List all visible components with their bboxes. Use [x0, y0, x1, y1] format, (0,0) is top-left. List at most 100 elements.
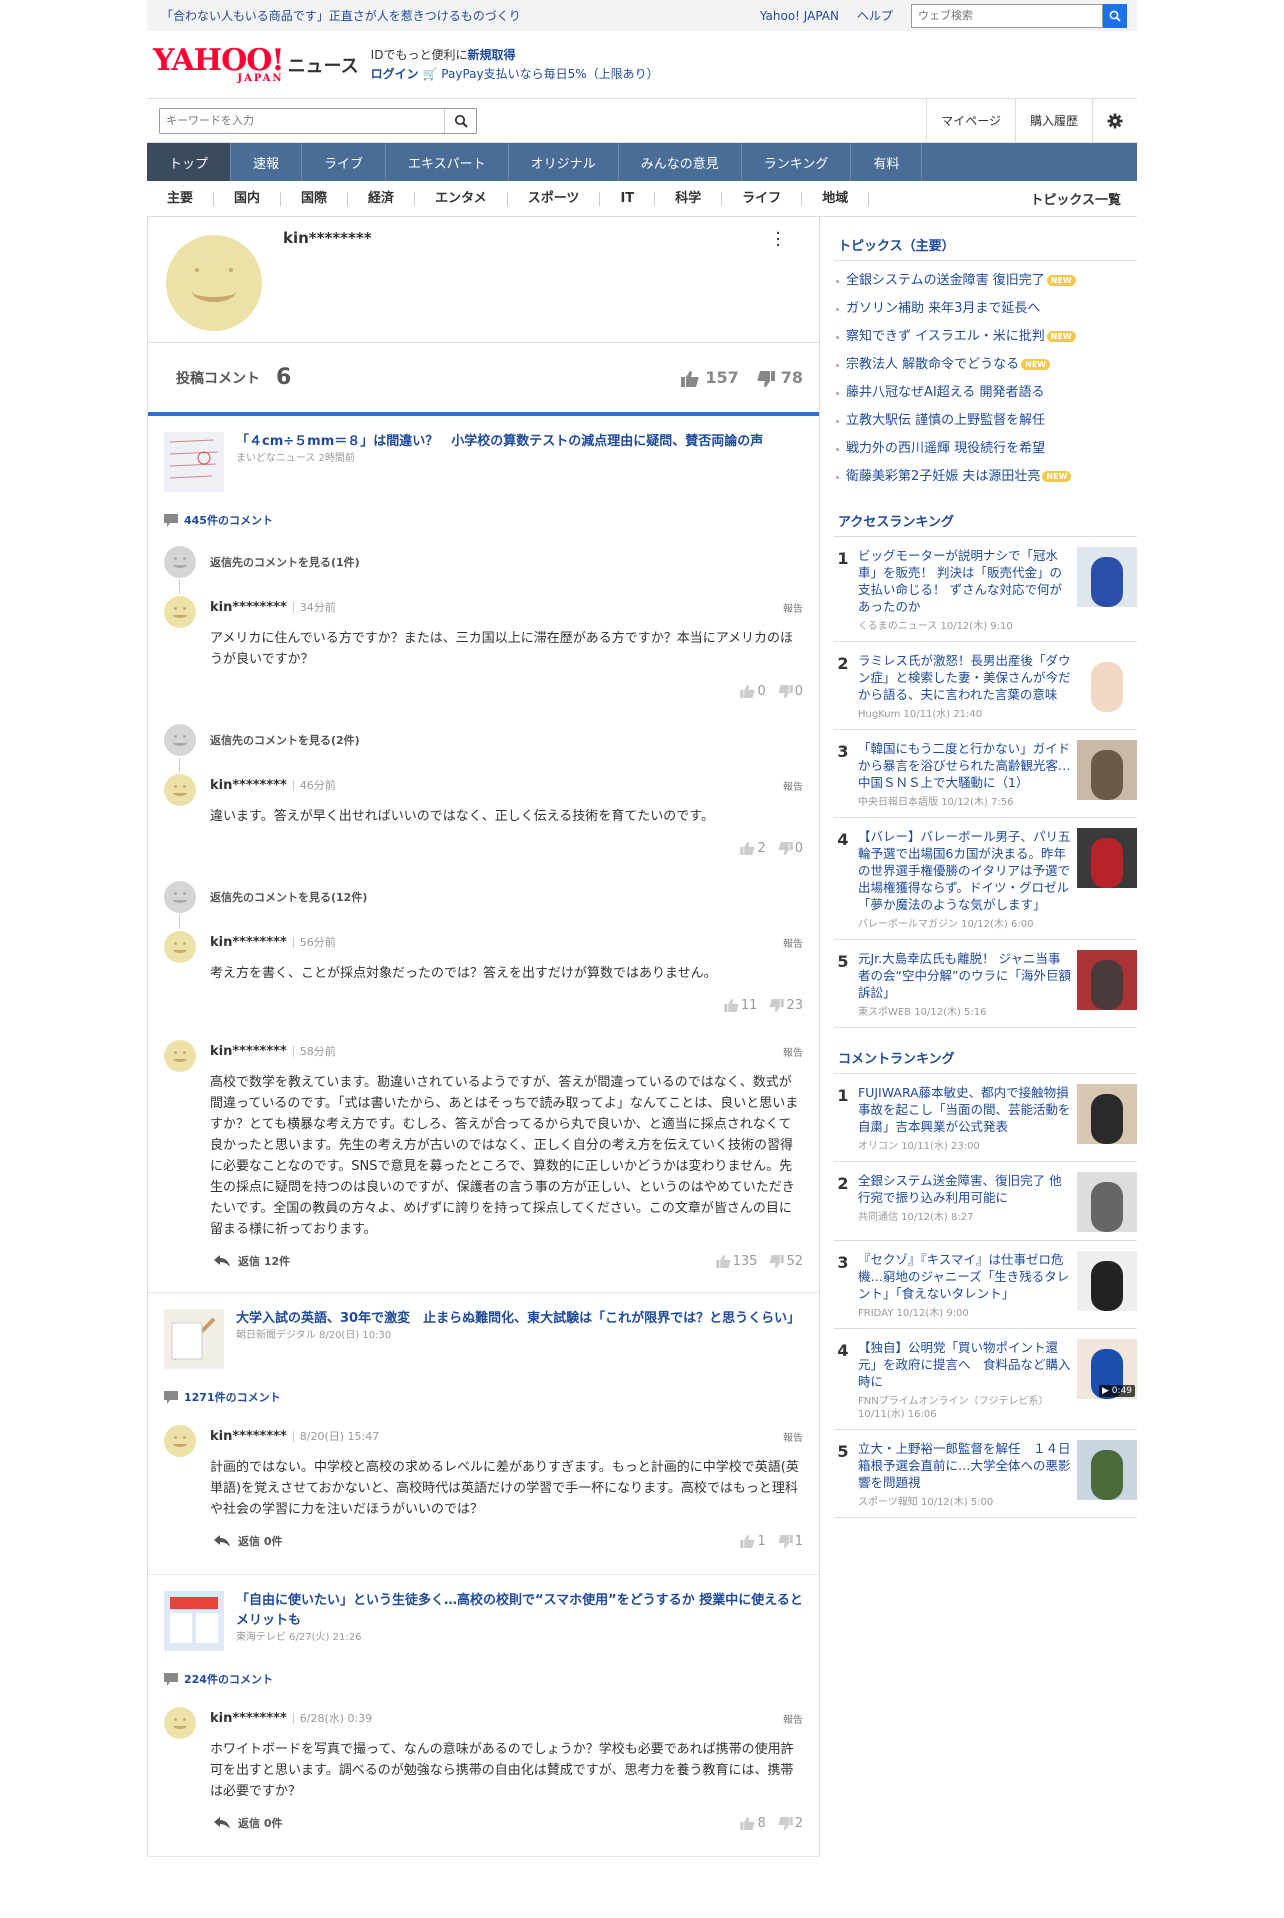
topic-item[interactable]: ガソリン補助 来年3月まで延長へ — [834, 295, 1137, 323]
report-link[interactable]: 報告 — [783, 1711, 803, 1726]
article-thumbnail[interactable] — [164, 1309, 224, 1369]
rank-thumbnail[interactable] — [1077, 1172, 1137, 1232]
article-thumbnail[interactable] — [164, 432, 224, 492]
like-button[interactable]: 135 — [715, 1254, 757, 1269]
category-tab[interactable]: 主要 — [147, 191, 215, 206]
keyword-input[interactable] — [160, 108, 444, 133]
ranking-item[interactable]: 3 『セクゾ』『キスマイ』は仕事ゼロ危機…窮地のジャニーズ「生き残るタレント」「食… — [834, 1241, 1137, 1329]
rank-thumbnail[interactable]: ▶ 0:49 — [1077, 1339, 1137, 1399]
report-link[interactable]: 報告 — [783, 778, 803, 793]
report-link[interactable]: 報告 — [783, 1044, 803, 1059]
category-tab[interactable]: 経済 — [348, 191, 416, 206]
article-title[interactable]: 「４cm÷５mm＝８」は間違い？ 小学校の算数テストの減点理由に疑問、賛否両論の… — [236, 432, 763, 452]
rank-thumbnail[interactable] — [1077, 1251, 1137, 1311]
signup-link[interactable]: 新規取得 — [467, 48, 515, 62]
ranking-item[interactable]: 2 全銀システム送金障害、復旧完了 他行宛で振り込み利用可能に 共同通信 10/12… — [834, 1162, 1137, 1241]
rank-title[interactable]: 元Jr.大島幸広氏も離脱！ ジャニ当事者の会“空中分解”のウラに「海外巨額訴訟」 — [858, 950, 1071, 1001]
comment-user[interactable]: kin******** — [210, 600, 287, 615]
ranking-item[interactable]: 3 「韓国にもう二度と行かない」ガイドから暴言を浴びせられた高齢観光客…中国ＳＮＳ… — [834, 730, 1137, 818]
report-link[interactable]: 報告 — [783, 600, 803, 615]
mypage-link[interactable]: マイページ — [926, 99, 1015, 142]
settings-button[interactable] — [1092, 99, 1137, 142]
category-tab[interactable]: 国際 — [281, 191, 349, 206]
topic-item[interactable]: 衛藤美彩第2子妊娠 夫は源田壮亮 NEW — [834, 463, 1137, 491]
ranking-item[interactable]: 1 ビッグモーターが説明ナシで「冠水車」を販売！ 判決は「販売代金」の支払い命じる… — [834, 537, 1137, 642]
ranking-item[interactable]: 2 ラミレス氏が激怒！長男出産後「ダウン症」と検索した妻・美保さんが今だから語る、… — [834, 642, 1137, 730]
web-search-input[interactable] — [911, 3, 1103, 28]
nav-tab[interactable]: みんなの意見 — [619, 143, 742, 181]
like-button[interactable]: 8 — [740, 1816, 766, 1831]
category-tab[interactable]: 科学 — [655, 191, 723, 206]
like-button[interactable]: 0 — [740, 684, 766, 699]
report-link[interactable]: 報告 — [783, 935, 803, 950]
keyword-search-button[interactable] — [444, 108, 476, 133]
category-tab[interactable]: 国内 — [214, 191, 282, 206]
category-tab[interactable]: エンタメ — [415, 191, 508, 206]
topic-item[interactable]: 宗教法人 解散命令でどうなる NEW — [834, 351, 1137, 379]
category-tab[interactable]: IT — [600, 191, 656, 206]
reply-button[interactable]: 返信 0件 — [214, 1533, 282, 1549]
dislike-button[interactable]: 0 — [778, 841, 803, 856]
nav-tab[interactable]: 有料 — [851, 143, 923, 181]
rank-thumbnail[interactable] — [1077, 547, 1137, 607]
comment-count-link[interactable]: 1271件のコメント — [164, 1389, 803, 1405]
topics-list-link[interactable]: トピックス一覧 — [1030, 189, 1137, 208]
purchase-history-link[interactable]: 購入履歴 — [1014, 99, 1092, 142]
nav-tab[interactable]: ランキング — [742, 143, 852, 181]
more-menu-icon[interactable]: · · · — [775, 225, 781, 255]
view-parent-comment[interactable]: 返信先のコメントを見る(2件) — [164, 724, 803, 756]
reply-button[interactable]: 返信 12件 — [214, 1253, 290, 1269]
rank-title[interactable]: 『セクゾ』『キスマイ』は仕事ゼロ危機…窮地のジャニーズ「生き残るタレント」「食え… — [858, 1251, 1071, 1302]
promo-link[interactable]: 「合わない人もいる商品です」正直さが人を惹きつけるものづくり — [161, 7, 521, 24]
reply-button[interactable]: 返信 0件 — [214, 1815, 282, 1831]
nav-tab[interactable]: ライブ — [302, 143, 387, 181]
dislike-button[interactable]: 52 — [769, 1254, 803, 1269]
ranking-item[interactable]: 1 FUJIWARA藤本敏史、都内で接触物損事故を起こし「当面の間、芸能活動を自粛… — [834, 1074, 1137, 1162]
login-link[interactable]: ログイン — [371, 67, 419, 81]
ranking-item[interactable]: 4 【独自】公明党「買い物ポイント還元」を政府に提言へ 食料品など購入時に FNNプ… — [834, 1329, 1137, 1430]
web-search-button[interactable] — [1103, 3, 1127, 28]
rank-title[interactable]: ラミレス氏が激怒！長男出産後「ダウン症」と検索した妻・美保さんが今だから語る、夫… — [858, 652, 1071, 703]
comment-user[interactable]: kin******** — [210, 935, 287, 950]
category-tab[interactable]: ライフ — [722, 191, 803, 206]
rank-title[interactable]: FUJIWARA藤本敏史、都内で接触物損事故を起こし「当面の間、芸能活動を自粛」… — [858, 1084, 1071, 1135]
like-button[interactable]: 2 — [740, 841, 766, 856]
dislike-button[interactable]: 23 — [769, 998, 803, 1013]
yahoo-japan-link[interactable]: Yahoo! JAPAN — [760, 9, 839, 23]
rank-title[interactable]: ビッグモーターが説明ナシで「冠水車」を販売！ 判決は「販売代金」の支払い命じる！… — [858, 547, 1071, 615]
rank-title[interactable]: 「韓国にもう二度と行かない」ガイドから暴言を浴びせられた高齢観光客…中国ＳＮＳ上… — [858, 740, 1071, 791]
topic-item[interactable]: 立教大駅伝 謹慎の上野監督を解任 — [834, 407, 1137, 435]
yahoo-logo[interactable]: YAHOO! JAPAN — [153, 45, 285, 84]
rank-thumbnail[interactable] — [1077, 740, 1137, 800]
dislike-button[interactable]: 0 — [778, 684, 803, 699]
report-link[interactable]: 報告 — [783, 1429, 803, 1444]
comment-count-link[interactable]: 445件のコメント — [164, 512, 803, 528]
comment-user[interactable]: kin******** — [210, 1711, 287, 1726]
comment-user[interactable]: kin******** — [210, 1044, 287, 1059]
nav-tab[interactable]: エキスパート — [386, 143, 509, 181]
rank-title[interactable]: 【バレー】バレーボール男子、パリ五輪予選で出場国6カ国が決まる。昨年の世界選手権… — [858, 828, 1071, 913]
comment-user[interactable]: kin******** — [210, 1429, 287, 1444]
comment-count-link[interactable]: 224件のコメント — [164, 1671, 803, 1687]
dislike-button[interactable]: 2 — [778, 1816, 803, 1831]
rank-title[interactable]: 立大・上野裕一郎監督を解任 １４日箱根予選会直前に…大学全体への悪影響を問題視 — [858, 1440, 1071, 1491]
view-parent-comment[interactable]: 返信先のコメントを見る(12件) — [164, 881, 803, 913]
nav-tab[interactable]: 速報 — [231, 143, 303, 181]
topic-item[interactable]: 全銀システムの送金障害 復旧完了 NEW — [834, 267, 1137, 295]
rank-thumbnail[interactable] — [1077, 1084, 1137, 1144]
news-title[interactable]: ニュース — [288, 52, 359, 78]
article-thumbnail[interactable] — [164, 1591, 224, 1651]
like-button[interactable]: 11 — [724, 998, 757, 1013]
dislike-button[interactable]: 1 — [778, 1534, 803, 1549]
rank-thumbnail[interactable] — [1077, 1440, 1137, 1500]
comment-user[interactable]: kin******** — [210, 778, 287, 793]
category-tab[interactable]: スポーツ — [508, 191, 601, 206]
article-title[interactable]: 「自由に使いたい」という生徒多く…高校の校則で“スマホ使用”をどうするか 授業中… — [236, 1591, 803, 1631]
topic-item[interactable]: 戦力外の西川遥輝 現役続行を希望 — [834, 435, 1137, 463]
nav-tab[interactable]: オリジナル — [509, 143, 619, 181]
article-title[interactable]: 大学入試の英語、30年で激変 止まらぬ難問化、東大試験は「これが限界では？と思う… — [236, 1309, 800, 1329]
topic-item[interactable]: 察知できず イスラエル・米に批判 NEW — [834, 323, 1137, 351]
nav-tab[interactable]: トップ — [147, 143, 232, 181]
view-parent-comment[interactable]: 返信先のコメントを見る(1件) — [164, 546, 803, 578]
rank-thumbnail[interactable] — [1077, 652, 1137, 712]
